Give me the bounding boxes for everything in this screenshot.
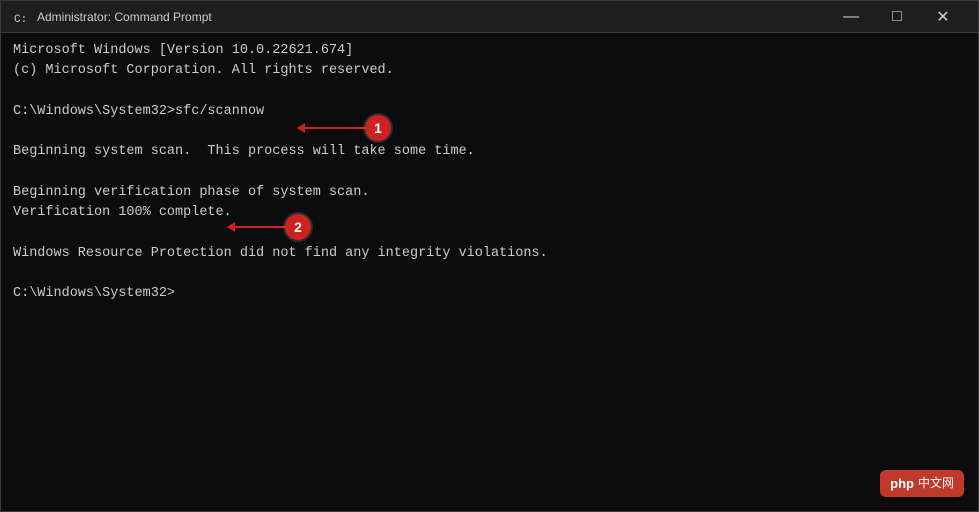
console-output: Microsoft Windows [Version 10.0.22621.67…	[13, 41, 966, 304]
annotation-1: 1	[297, 115, 391, 141]
close-button[interactable]: ✕	[920, 1, 966, 33]
watermark: php 中文网	[880, 470, 964, 498]
window-title: Administrator: Command Prompt	[37, 10, 828, 24]
cmd-icon: C:	[13, 9, 29, 25]
cmd-window: C: Administrator: Command Prompt — □ ✕ M…	[0, 0, 979, 512]
annotation-circle-1: 1	[365, 115, 391, 141]
watermark-brand: php	[890, 474, 914, 494]
svg-text:C:: C:	[14, 14, 27, 25]
title-bar: C: Administrator: Command Prompt — □ ✕	[1, 1, 978, 33]
arrow-head-1	[297, 123, 305, 133]
arrow-head-2	[227, 222, 235, 232]
minimize-button[interactable]: —	[828, 1, 874, 33]
annotation-line-1	[305, 127, 365, 129]
window-controls: — □ ✕	[828, 1, 966, 33]
annotation-2: 2	[227, 214, 311, 240]
watermark-site: 中文网	[918, 474, 954, 492]
annotation-circle-2: 2	[285, 214, 311, 240]
console-area[interactable]: Microsoft Windows [Version 10.0.22621.67…	[1, 33, 978, 511]
maximize-button[interactable]: □	[874, 1, 920, 33]
annotation-line-2	[235, 226, 285, 228]
